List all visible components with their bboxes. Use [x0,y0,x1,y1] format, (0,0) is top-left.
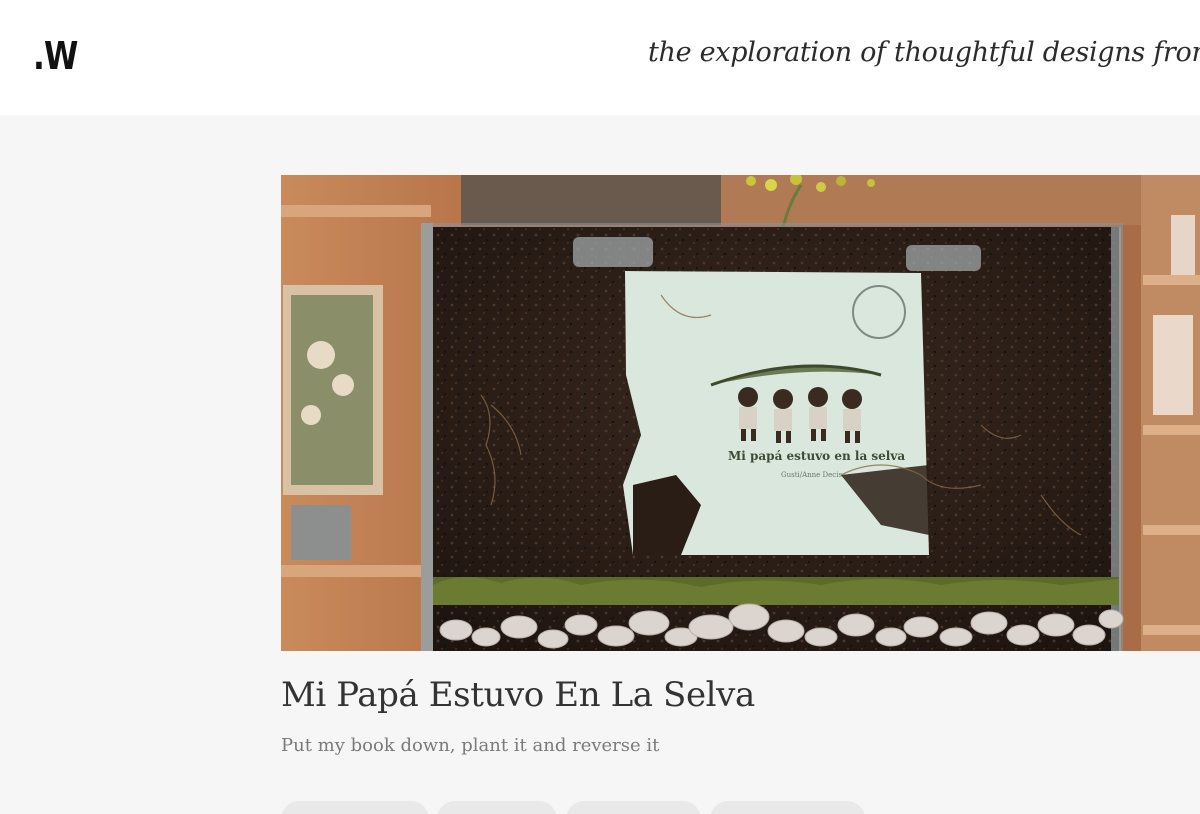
site-header: .W the exploration of thoughtful designs… [0,0,1200,115]
article-title[interactable]: Mi Papá Estuvo En La Selva [281,675,755,715]
tag-chip[interactable] [566,801,701,814]
tag-chip[interactable] [281,801,429,814]
site-tagline: the exploration of thoughtful designs fr… [648,37,1200,68]
book-cover-title: Mi papá estuvo en la selva [728,449,905,463]
book-cover: Mi papá estuvo en la selva Gusti/Anne De… [623,271,929,555]
site-logo[interactable]: .W [33,34,78,78]
main-content: Mi papá estuvo en la selva Gusti/Anne De… [0,115,1200,814]
article-hero-image[interactable]: Mi papá estuvo en la selva Gusti/Anne De… [281,175,1200,651]
tag-chip[interactable] [710,801,865,814]
book-cover-author: Gusti/Anne Decis [781,471,842,479]
article-subtitle: Put my book down, plant it and reverse i… [281,735,660,756]
tag-chip[interactable] [437,801,557,814]
